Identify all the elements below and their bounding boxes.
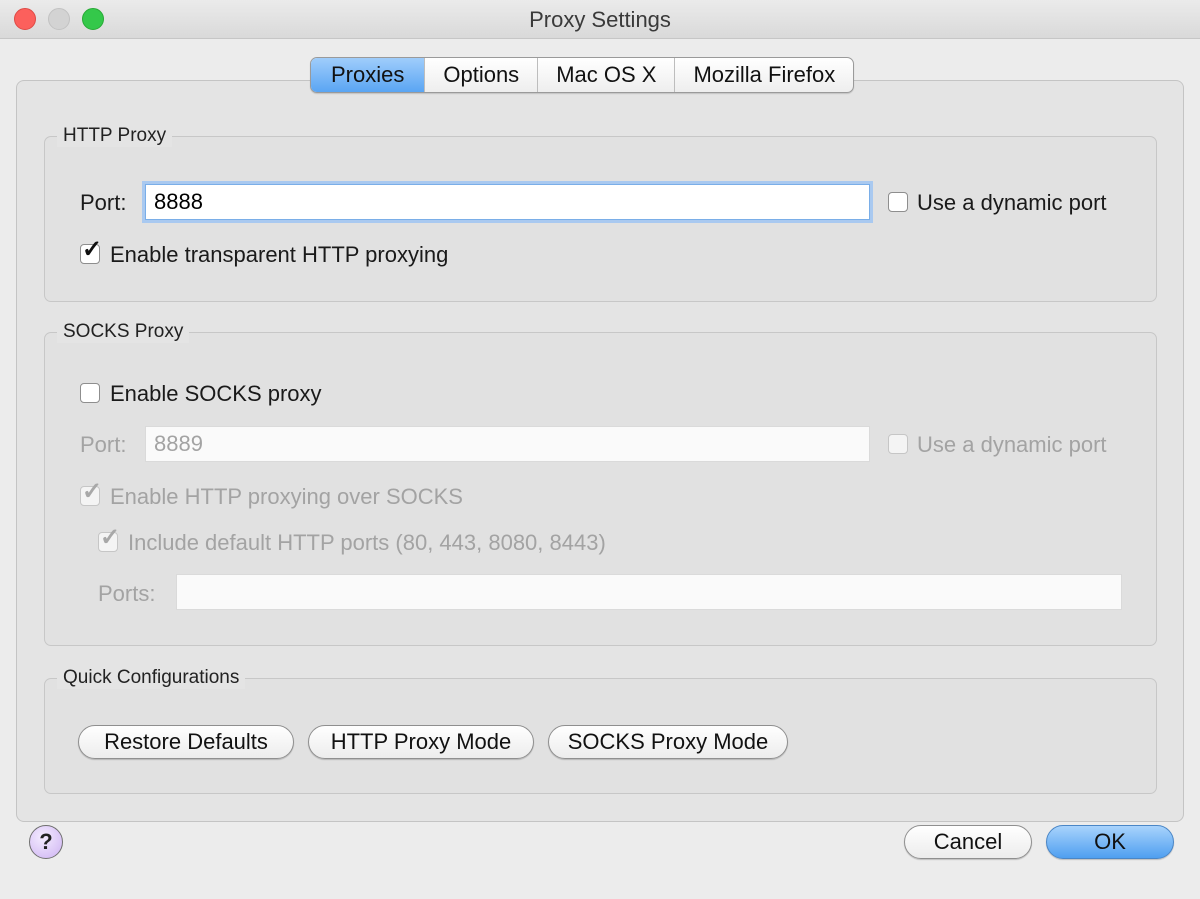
tab-mac-os-x[interactable]: Mac OS X (538, 58, 676, 92)
socks-dynamic-port-checkbox[interactable] (888, 434, 908, 454)
window-title: Proxy Settings (529, 7, 671, 32)
enable-socks-label: Enable SOCKS proxy (110, 381, 322, 406)
help-button[interactable]: ? (29, 825, 63, 859)
http-dynamic-port-checkbox[interactable] (888, 192, 908, 212)
cancel-button[interactable]: Cancel (904, 825, 1032, 859)
socks-port-label: Port: (80, 432, 127, 457)
restore-defaults-button[interactable]: Restore Defaults (78, 725, 294, 759)
tab-proxies[interactable]: Proxies (311, 58, 426, 92)
checkmark-icon: ✓ (100, 524, 121, 551)
ok-button[interactable]: OK (1046, 825, 1174, 859)
tab-options[interactable]: Options (425, 58, 539, 92)
http-port-label: Port: (80, 190, 127, 215)
transparent-proxying-label: Enable transparent HTTP proxying (110, 242, 449, 267)
transparent-proxying-checkbox[interactable]: ✓ (80, 237, 102, 264)
http-proxy-mode-button[interactable]: HTTP Proxy Mode (308, 725, 534, 759)
checkmark-icon: ✓ (82, 478, 103, 505)
http-proxy-title: HTTP Proxy (57, 125, 173, 147)
http-over-socks-label: Enable HTTP proxying over SOCKS (110, 484, 463, 509)
socks-proxy-mode-button[interactable]: SOCKS Proxy Mode (548, 725, 788, 759)
include-default-ports-checkbox[interactable]: ✓ (98, 525, 120, 552)
quick-configurations-title: Quick Configurations (57, 667, 246, 689)
tab-bar: Proxies Options Mac OS X Mozilla Firefox (310, 57, 855, 93)
socks-ports-input[interactable] (176, 574, 1122, 610)
socks-dynamic-port-label: Use a dynamic port (917, 432, 1107, 457)
socks-proxy-title: SOCKS Proxy (57, 321, 190, 343)
include-default-ports-label: Include default HTTP ports (80, 443, 808… (128, 530, 606, 555)
socks-ports-label: Ports: (98, 581, 156, 606)
socks-port-input[interactable] (145, 426, 870, 462)
tab-mozilla-firefox[interactable]: Mozilla Firefox (675, 58, 853, 92)
http-port-input[interactable] (145, 184, 870, 220)
http-over-socks-checkbox[interactable]: ✓ (80, 479, 102, 506)
title-bar: Proxy Settings (0, 0, 1200, 39)
enable-socks-checkbox[interactable] (80, 383, 100, 403)
http-dynamic-port-label: Use a dynamic port (917, 190, 1107, 215)
checkmark-icon: ✓ (82, 236, 103, 263)
